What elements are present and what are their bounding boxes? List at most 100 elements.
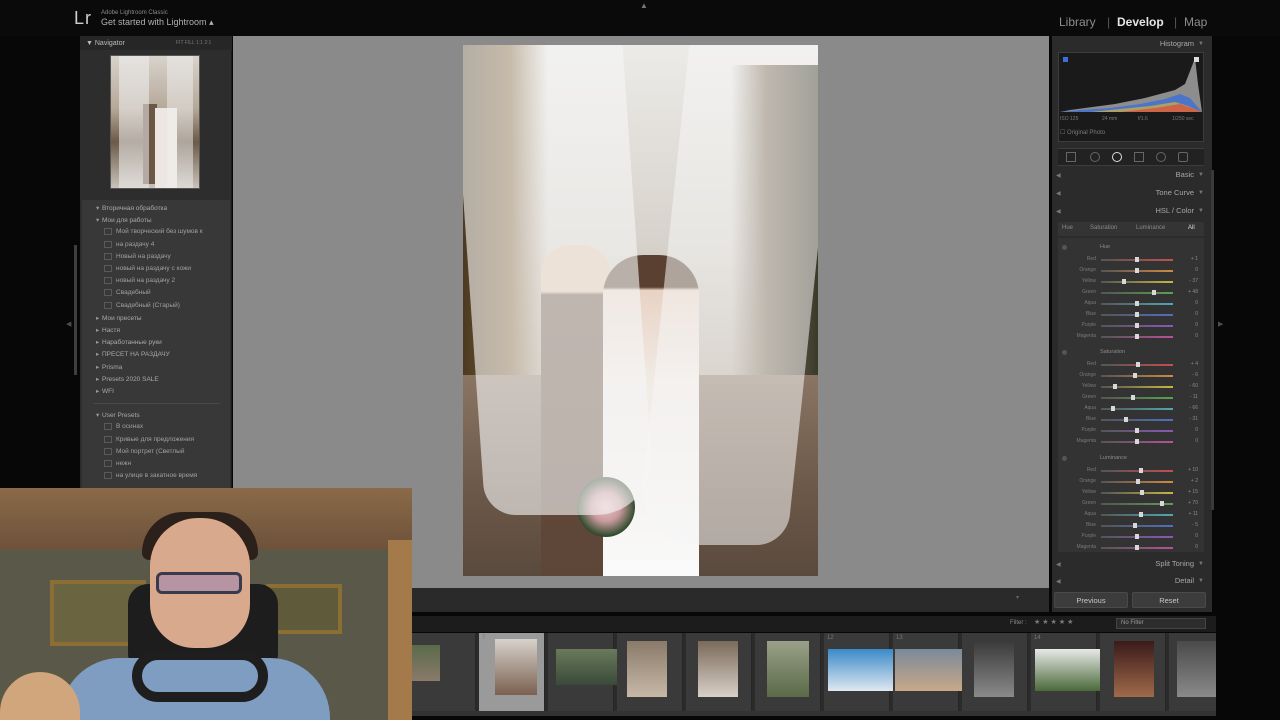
- tone-curve-header[interactable]: ◀ Tone Curve ▼: [1052, 188, 1208, 202]
- right-panel-scrollbar[interactable]: [1211, 170, 1214, 510]
- slider-knob[interactable]: [1111, 406, 1116, 411]
- preset-item[interactable]: Мой творческий без шумов к: [82, 228, 230, 240]
- tab-all[interactable]: All: [1188, 225, 1195, 231]
- filmstrip-thumbnail[interactable]: [962, 633, 1028, 711]
- slider-value[interactable]: - 5: [1176, 522, 1198, 528]
- slider-knob[interactable]: [1135, 257, 1140, 262]
- slider-knob[interactable]: [1160, 501, 1165, 506]
- target-adjust-icon[interactable]: [1062, 456, 1067, 461]
- hue-slider-green[interactable]: [1101, 292, 1173, 294]
- slider-knob[interactable]: [1121, 279, 1126, 284]
- slider-value[interactable]: 0: [1176, 311, 1198, 317]
- slider-value[interactable]: - 11: [1176, 394, 1198, 400]
- filmstrip-thumbnail[interactable]: [755, 633, 821, 711]
- preset-folder[interactable]: ▸ ПРЕСЕТ НА РАЗДАЧУ: [82, 350, 230, 362]
- tab-saturation[interactable]: Saturation: [1090, 225, 1117, 231]
- preset-item[interactable]: новый на раздачу 2: [82, 277, 230, 289]
- slider-knob[interactable]: [1135, 479, 1140, 484]
- slider-value[interactable]: 0: [1176, 322, 1198, 328]
- preset-folder[interactable]: ▸ Настя: [82, 326, 230, 338]
- saturation-slider-yellow[interactable]: [1101, 386, 1173, 388]
- slider-knob[interactable]: [1135, 301, 1139, 306]
- slider-knob[interactable]: [1123, 417, 1128, 422]
- slider-value[interactable]: 0: [1176, 533, 1198, 539]
- preset-item[interactable]: Свадебный (Старый): [82, 302, 230, 314]
- slider-knob[interactable]: [1135, 312, 1139, 317]
- slider-value[interactable]: 0: [1176, 267, 1198, 273]
- luminance-slider-yellow[interactable]: [1101, 492, 1173, 494]
- tab-hue[interactable]: Hue: [1062, 225, 1073, 231]
- slider-value[interactable]: - 60: [1176, 383, 1198, 389]
- split-toning-header[interactable]: ◀ Split Toning ▼: [1052, 559, 1208, 573]
- filmstrip-thumbnail[interactable]: [617, 633, 683, 711]
- filmstrip-thumbnail[interactable]: [686, 633, 752, 711]
- filmstrip-thumbnail[interactable]: [548, 633, 624, 711]
- target-adjust-icon[interactable]: [1062, 350, 1067, 355]
- spot-removal-icon[interactable]: [1090, 152, 1100, 162]
- preset-item[interactable]: нежн: [82, 460, 230, 472]
- module-map[interactable]: Map: [1184, 15, 1207, 29]
- left-panel-toggle-icon[interactable]: ◀: [66, 320, 71, 328]
- slider-knob[interactable]: [1152, 290, 1157, 295]
- target-adjust-icon[interactable]: [1062, 245, 1067, 250]
- graduated-filter-icon[interactable]: [1134, 152, 1144, 162]
- slider-value[interactable]: + 4: [1176, 361, 1198, 367]
- slider-knob[interactable]: [1138, 512, 1143, 517]
- luminance-slider-aqua[interactable]: [1101, 514, 1173, 516]
- slider-knob[interactable]: [1132, 373, 1137, 378]
- filmstrip-thumbnail[interactable]: [412, 633, 476, 711]
- original-photo-checkbox[interactable]: ☐ Original Photo: [1060, 129, 1105, 136]
- preset-folder[interactable]: ▸ Presets 2020 SALE: [82, 375, 230, 387]
- slider-knob[interactable]: [1133, 523, 1138, 528]
- slider-knob[interactable]: [1135, 323, 1139, 328]
- crop-icon[interactable]: [1066, 152, 1076, 162]
- slider-value[interactable]: + 15: [1176, 489, 1198, 495]
- preset-item[interactable]: Свадебный: [82, 289, 230, 301]
- preset-folder[interactable]: ▾ Мои для работы: [82, 216, 230, 228]
- left-panel-scrollbar[interactable]: [74, 245, 77, 375]
- panel-toggle-arrow-icon[interactable]: ▲: [640, 1, 648, 10]
- saturation-slider-orange[interactable]: [1101, 375, 1173, 377]
- navigator-zoom-options[interactable]: FIT FILL 1:1 2:1: [176, 40, 211, 46]
- preset-item[interactable]: Мой портрет (Светлый: [82, 448, 230, 460]
- slider-knob[interactable]: [1135, 439, 1139, 444]
- slider-value[interactable]: + 10: [1176, 467, 1198, 473]
- module-develop[interactable]: Develop: [1117, 15, 1164, 29]
- slider-knob[interactable]: [1113, 384, 1118, 389]
- preset-item[interactable]: на улице в закатное время: [82, 472, 230, 484]
- slider-knob[interactable]: [1138, 468, 1143, 473]
- radial-filter-icon[interactable]: [1156, 152, 1166, 162]
- preset-folder[interactable]: ▸ Мои пресеты: [82, 314, 230, 326]
- filmstrip-thumbnail[interactable]: [1169, 633, 1216, 711]
- histogram-header[interactable]: Histogram ▼: [1052, 39, 1208, 53]
- filter-select[interactable]: No Filter: [1116, 618, 1206, 629]
- slider-knob[interactable]: [1135, 268, 1139, 273]
- slider-knob[interactable]: [1135, 545, 1139, 550]
- slider-value[interactable]: - 31: [1176, 416, 1198, 422]
- preset-item[interactable]: Кривые для предложения: [82, 436, 230, 448]
- preset-item[interactable]: В осинах: [82, 423, 230, 435]
- preset-item[interactable]: Новый на раздачу: [82, 253, 230, 265]
- slider-value[interactable]: + 11: [1176, 511, 1199, 517]
- preset-folder[interactable]: ▾ User Presets: [82, 411, 230, 423]
- filmstrip-scrollbar[interactable]: [412, 711, 1216, 716]
- adjustment-brush-icon[interactable]: [1178, 152, 1188, 162]
- preset-folder[interactable]: ▾ Вторичная обработка: [82, 204, 230, 216]
- identity-plate-title[interactable]: Get started with Lightroom ▴: [101, 17, 214, 28]
- slider-value[interactable]: - 66: [1176, 405, 1198, 411]
- previous-button[interactable]: Previous: [1054, 592, 1128, 608]
- navigator-preview[interactable]: [110, 55, 200, 189]
- slider-value[interactable]: + 2: [1176, 478, 1198, 484]
- slider-value[interactable]: + 48: [1176, 289, 1198, 295]
- preset-item[interactable]: на раздачу 4: [82, 241, 230, 253]
- slider-value[interactable]: 0: [1176, 333, 1198, 339]
- luminance-slider-red[interactable]: [1101, 470, 1173, 472]
- slider-value[interactable]: - 37: [1176, 278, 1198, 284]
- saturation-slider-blue[interactable]: [1101, 419, 1173, 421]
- slider-value[interactable]: 0: [1176, 427, 1198, 433]
- slider-value[interactable]: 0: [1176, 300, 1198, 306]
- slider-value[interactable]: 0: [1176, 544, 1198, 550]
- slider-value[interactable]: + 1: [1176, 256, 1198, 262]
- slider-value[interactable]: - 6: [1176, 372, 1198, 378]
- detail-header[interactable]: ◀ Detail ▼: [1052, 576, 1208, 590]
